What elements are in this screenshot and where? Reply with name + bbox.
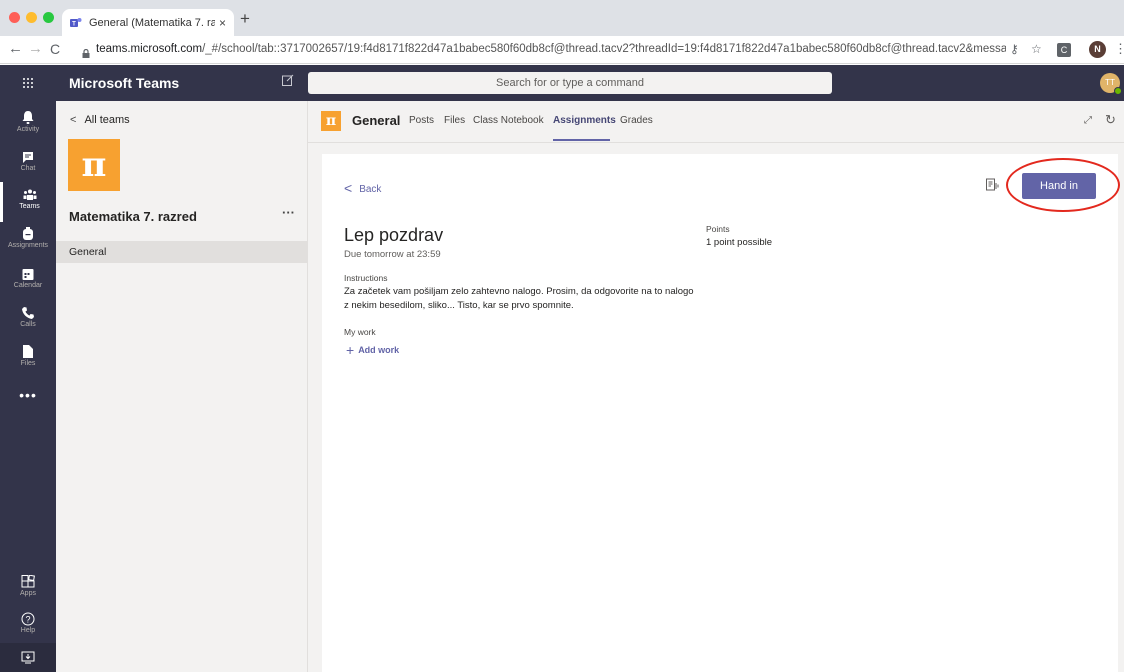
presence-status-badge (1114, 87, 1122, 95)
download-icon (21, 651, 35, 664)
assignment-due-date: Due tomorrow at 23:59 (344, 249, 441, 260)
immersive-reader-icon[interactable] (986, 178, 1000, 192)
instructions-text: Za začetek vam pošiljam zelo zahtevno na… (344, 286, 694, 311)
appbar-calls[interactable]: Calls (0, 300, 56, 340)
browser-tab-teams[interactable]: T General (Matematika 7. razred) | × (62, 9, 234, 36)
channel-title: General (352, 113, 401, 128)
browser-menu-icon[interactable]: ⋮ (1114, 41, 1124, 57)
all-teams-label: All teams (84, 114, 130, 126)
team-more-options-icon[interactable]: ··· (282, 205, 295, 220)
my-work-label: My work (344, 327, 376, 337)
help-icon: ? (0, 606, 56, 626)
add-work-button[interactable]: + Add work (346, 342, 399, 358)
appbar-label: Teams (19, 203, 40, 210)
teams-favicon-icon: T (70, 17, 82, 29)
appbar-chat[interactable]: Chat (0, 144, 56, 184)
team-logo: π (68, 139, 120, 191)
appbar-label: Calendar (13, 282, 43, 289)
chat-icon (0, 144, 56, 164)
plus-icon: + (346, 342, 355, 358)
chevron-left-icon: < (70, 114, 77, 126)
tab-class-notebook[interactable]: Class Notebook (473, 115, 544, 126)
file-icon (0, 339, 56, 359)
app-name: Microsoft Teams (69, 75, 180, 91)
appbar-assignments[interactable]: Assignments (0, 221, 56, 261)
channel-header: π General Posts Files Class Notebook Ass… (308, 101, 1124, 143)
add-work-label: Add work (358, 345, 400, 355)
app-bar: Activity Chat Teams Assignments Calendar… (0, 101, 56, 672)
points-label: Points (706, 224, 730, 234)
window-close-button[interactable] (9, 12, 20, 23)
teams-header: Microsoft Teams Search for or type a com… (0, 65, 1124, 101)
back-link[interactable]: < Back (344, 180, 381, 196)
appbar-label: Activity (16, 126, 40, 133)
window-minimize-button[interactable] (26, 12, 37, 23)
new-chat-icon[interactable] (282, 74, 294, 89)
all-teams-link[interactable]: < All teams (70, 114, 130, 126)
appbar-label: Calls (20, 321, 36, 328)
instructions-label: Instructions (344, 273, 388, 283)
appbar-teams[interactable]: Teams (0, 182, 56, 222)
chevron-left-icon: < (344, 180, 353, 196)
browser-tab-strip: T General (Matematika 7. razred) | × + (0, 0, 1124, 36)
star-icon[interactable]: ☆ (1031, 42, 1042, 56)
key-icon[interactable]: ⚷ (1010, 42, 1019, 56)
tab-files[interactable]: Files (444, 115, 465, 126)
reload-icon[interactable]: C (50, 41, 60, 57)
channel-item-general[interactable]: General (56, 241, 307, 263)
svg-text:?: ? (25, 615, 30, 625)
window-zoom-button[interactable] (43, 12, 54, 23)
url-path: /_#/school/tab::3717002657/19:f4d8171f82… (202, 43, 1006, 55)
tab-grades[interactable]: Grades (620, 115, 653, 126)
download-app-button[interactable] (0, 643, 56, 672)
tab-close-icon[interactable]: × (219, 16, 226, 30)
lock-icon (82, 45, 90, 58)
new-tab-button[interactable]: + (240, 10, 250, 27)
expand-icon[interactable]: ⤢ (1084, 115, 1092, 126)
teams-icon (3, 182, 56, 202)
team-panel: < All teams π Matematika 7. razred ··· Ge… (56, 101, 308, 672)
tab-assignments[interactable]: Assignments (553, 115, 616, 126)
appbar-apps[interactable]: Apps (0, 569, 56, 609)
app-launcher-icon[interactable] (0, 65, 56, 101)
url-field[interactable]: teams.microsoft.com/_#/school/tab::37170… (96, 43, 1006, 55)
highlight-annotation-ring (1006, 158, 1120, 212)
browser-profile-avatar[interactable]: N (1089, 41, 1106, 58)
appbar-help[interactable]: ? Help (0, 606, 56, 646)
team-name: Matematika 7. razred (69, 209, 197, 224)
appbar-label: Files (20, 360, 36, 367)
appbar-label: Chat (20, 165, 36, 172)
back-label: Back (359, 184, 382, 195)
tab-posts[interactable]: Posts (409, 115, 434, 126)
more-apps-icon[interactable]: ••• (0, 387, 56, 403)
points-value: 1 point possible (706, 237, 773, 248)
url-host: teams.microsoft.com (96, 43, 203, 55)
forward-arrow-icon[interactable]: → (28, 41, 43, 57)
refresh-icon[interactable]: ↻ (1105, 112, 1116, 128)
back-arrow-icon[interactable]: ← (8, 41, 23, 57)
phone-icon (0, 300, 56, 320)
appbar-label: Assignments (7, 242, 49, 249)
assignment-card: < Back Hand in Lep pozdrav Due tomorrow a… (322, 154, 1120, 672)
appbar-label: Apps (20, 590, 36, 597)
extension-icon[interactable]: C (1057, 43, 1071, 57)
bell-icon (0, 105, 56, 125)
apps-icon (0, 569, 56, 589)
active-tab-indicator (553, 139, 610, 141)
appbar-activity[interactable]: Activity (0, 105, 56, 145)
backpack-icon (0, 221, 56, 241)
appbar-calendar[interactable]: Calendar (0, 261, 56, 301)
assignment-title: Lep pozdrav (344, 225, 444, 245)
search-input[interactable]: Search for or type a command (308, 72, 832, 94)
browser-tab-title: General (Matematika 7. razred) | (89, 16, 215, 29)
channel-team-logo: π (321, 111, 341, 131)
appbar-label: Help (20, 627, 36, 634)
svg-text:T: T (72, 21, 76, 27)
calendar-icon (0, 261, 56, 281)
appbar-files[interactable]: Files (0, 339, 56, 379)
address-bar-row: ← → C teams.microsoft.com/_#/school/tab:… (0, 36, 1124, 64)
